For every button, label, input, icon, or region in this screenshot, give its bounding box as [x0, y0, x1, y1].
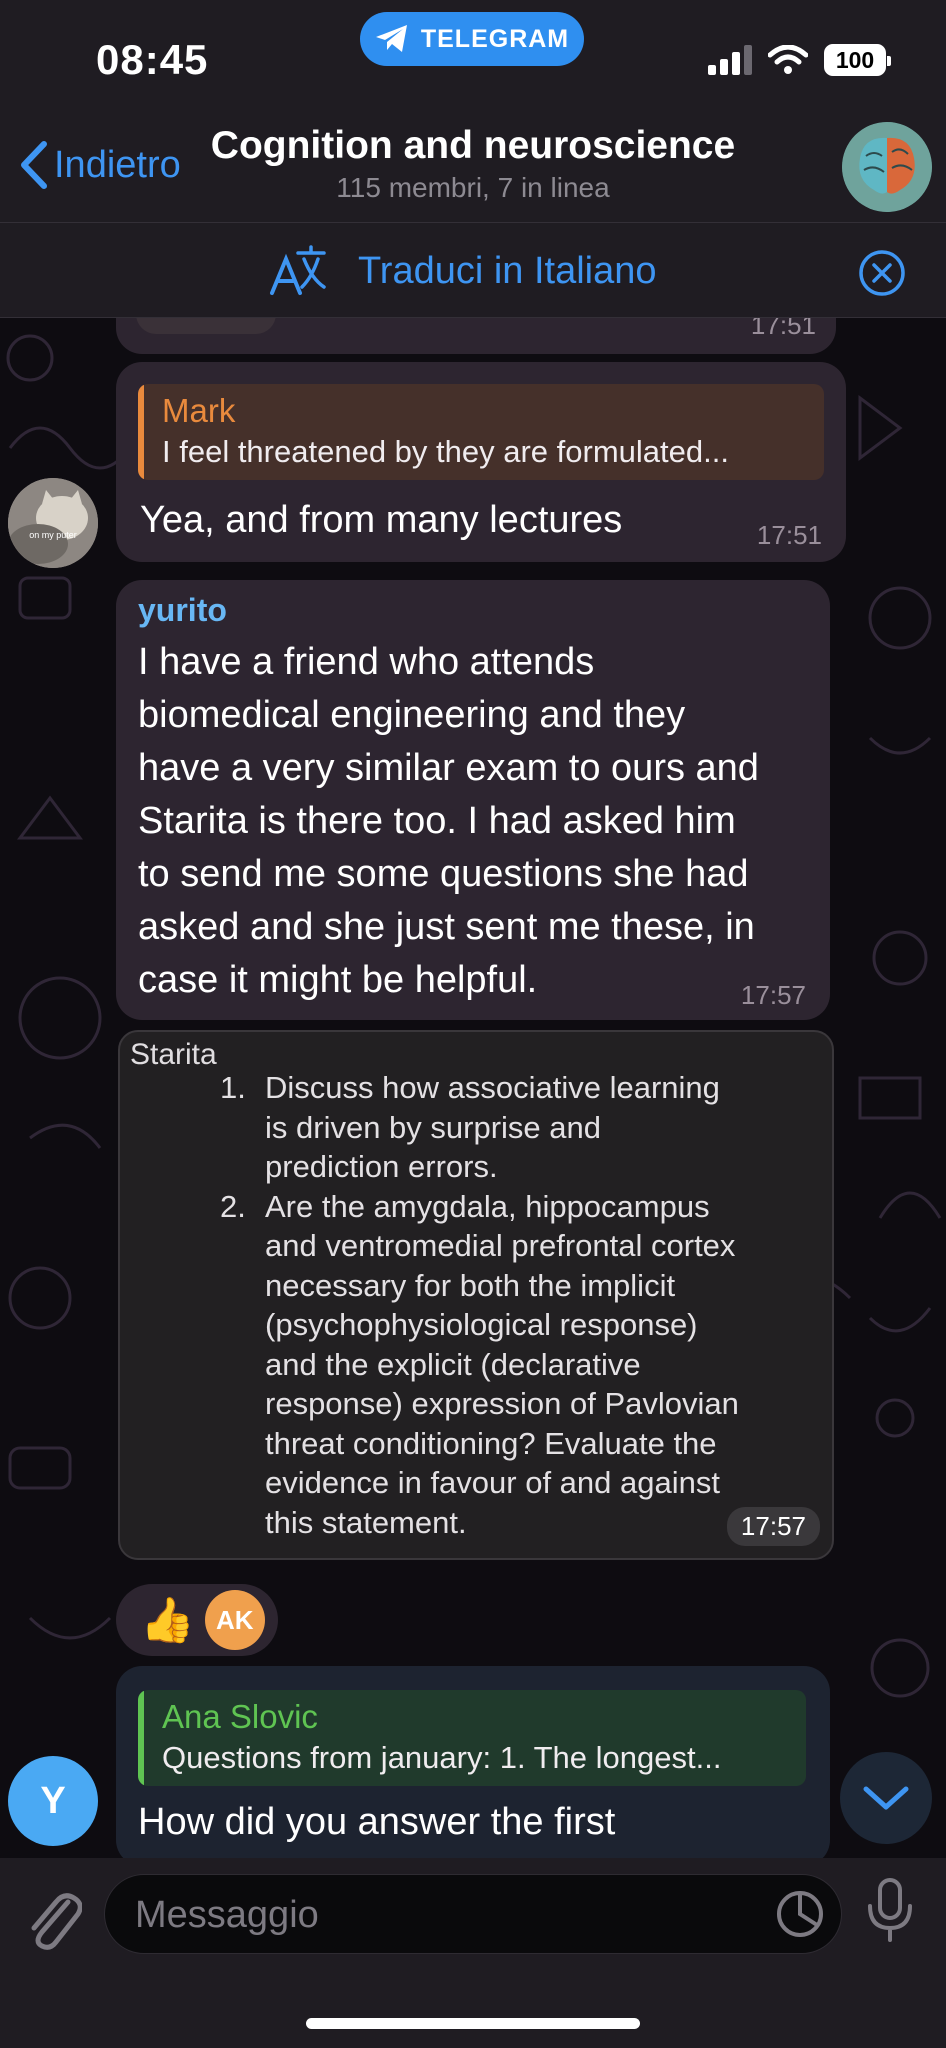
- sender-avatar-y[interactable]: Y: [8, 1756, 98, 1846]
- clock: 08:45: [96, 36, 209, 83]
- chat-header: Indietro Cognition and neuroscience 115 …: [0, 110, 946, 222]
- battery-indicator: 100: [824, 44, 891, 76]
- reactions-pill[interactable]: 👍 AK: [116, 1584, 278, 1656]
- image-time: 17:57: [726, 1507, 820, 1546]
- translate-button[interactable]: Traduci in Italiano: [268, 245, 657, 297]
- message-bubble-yurito[interactable]: yurito I have a friend who attends biome…: [116, 580, 830, 1020]
- chevron-down-icon: [863, 1786, 909, 1810]
- chat-title: Cognition and neuroscience: [210, 124, 736, 167]
- reactor-avatar: AK: [204, 1590, 265, 1650]
- translate-icon: [270, 245, 326, 295]
- reply-accent-bar: [138, 384, 144, 480]
- list-item: 2. Are the amygdala, hippocampus and ven…: [220, 1188, 739, 1540]
- reply-accent-bar: [138, 1690, 144, 1786]
- translate-label: Traduci in Italiano: [358, 249, 657, 292]
- chat-title-block[interactable]: Cognition and neuroscience 115 membri, 7…: [0, 124, 946, 204]
- thumbs-up-reaction: 👍: [140, 1596, 195, 1645]
- app-pill-label: TELEGRAM: [420, 24, 570, 53]
- reply-quote[interactable]: Mark I feel threatened by they are formu…: [138, 384, 824, 480]
- voice-message-button[interactable]: [866, 1878, 914, 1949]
- group-avatar[interactable]: [842, 122, 932, 212]
- message-bubble-reply-ana[interactable]: Ana Slovic Questions from january: 1. Th…: [116, 1666, 830, 1866]
- image-question-list: 1. Discuss how associative learning is d…: [220, 1068, 739, 1542]
- telegram-return-pill[interactable]: TELEGRAM: [360, 12, 584, 66]
- image-message[interactable]: Starita 1. Discuss how associative learn…: [118, 1030, 834, 1560]
- sticker-button[interactable]: [775, 1889, 825, 1944]
- telegram-logo-icon: [375, 25, 407, 52]
- cellular-signal-icon: [708, 45, 752, 75]
- sender-name: yurito: [138, 592, 227, 628]
- message-text: How did you answer the first: [138, 1801, 616, 1843]
- status-bar: 08:45 TELEGRAM 100: [0, 0, 946, 110]
- message-input-bar: [0, 1858, 946, 2048]
- reply-author: Ana Slovic: [162, 1698, 318, 1735]
- sticker-icon: [777, 1891, 823, 1937]
- cat-avatar-icon: [8, 478, 98, 568]
- brain-icon: [842, 122, 932, 212]
- message-input[interactable]: [133, 1889, 757, 1941]
- message-input-field[interactable]: [104, 1874, 842, 1954]
- list-item: 1. Discuss how associative learning is d…: [220, 1070, 720, 1184]
- wifi-icon: [768, 45, 808, 74]
- message-text: I have a friend who attends biomedical e…: [138, 641, 759, 1001]
- avatar-caption: on my puter: [29, 530, 77, 540]
- reply-text: I feel threatened by they are formulated…: [162, 434, 729, 469]
- message-text: Yea, and from many lectures: [140, 499, 623, 541]
- chat-subtitle: 115 membri, 7 in linea: [336, 172, 610, 203]
- image-title: Starita: [130, 1038, 217, 1071]
- reply-text: Questions from january: 1. The longest..…: [162, 1740, 722, 1775]
- message-time: 17:57: [740, 980, 806, 1010]
- sender-avatar-cat[interactable]: on my puter: [8, 478, 98, 568]
- close-translate-button[interactable]: [858, 249, 906, 302]
- reply-quote[interactable]: Ana Slovic Questions from january: 1. Th…: [138, 1690, 806, 1786]
- message-time: 17:51: [756, 520, 822, 550]
- message-bubble-reply-mark[interactable]: Mark I feel threatened by they are formu…: [116, 362, 846, 562]
- translate-bar: Traduci in Italiano: [0, 222, 946, 318]
- attach-button[interactable]: [24, 1880, 83, 1955]
- microphone-icon: [868, 1878, 912, 1942]
- home-indicator[interactable]: [306, 2018, 640, 2029]
- paperclip-icon: [31, 1893, 83, 1950]
- reply-author: Mark: [162, 392, 236, 429]
- close-circle-icon: [859, 250, 905, 296]
- scroll-to-bottom-button[interactable]: [840, 1752, 932, 1844]
